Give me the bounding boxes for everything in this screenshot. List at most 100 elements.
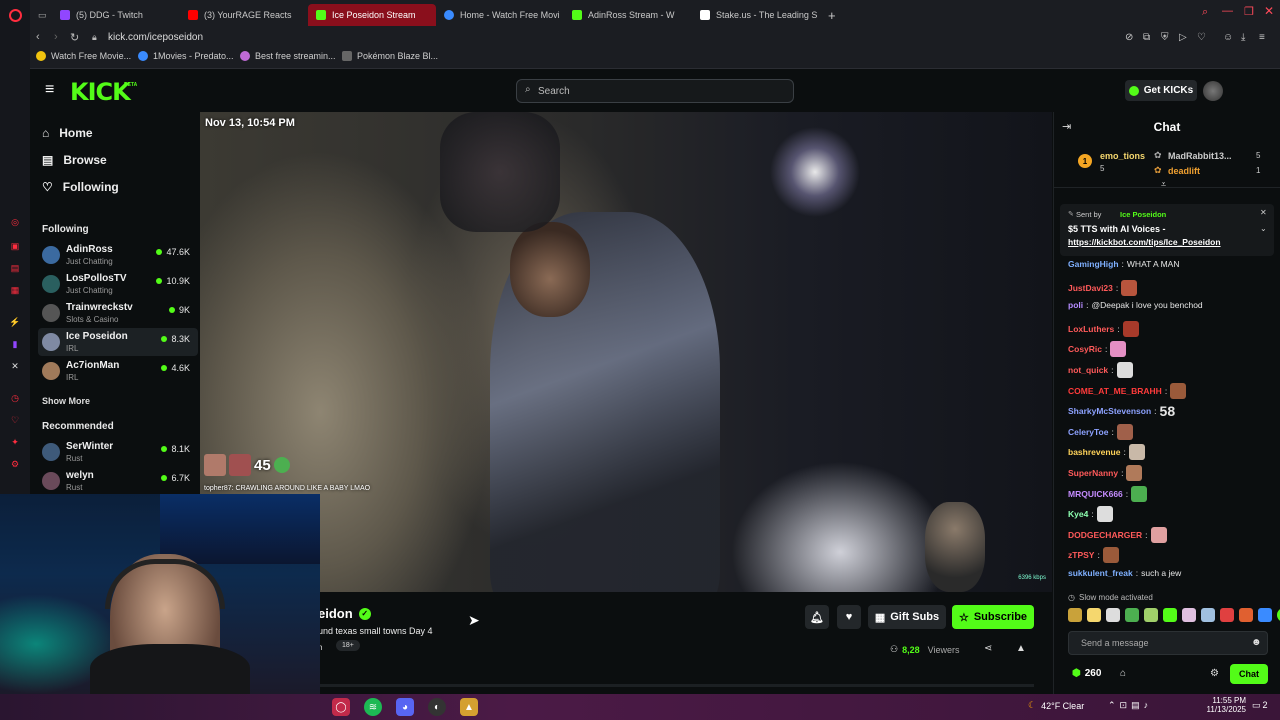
tray-icons[interactable]: ⌃⊡▤♪ (1108, 700, 1152, 711)
steam-taskbar-icon[interactable]: ◐ (428, 698, 446, 716)
snapshot-icon[interactable]: ⧉ (1143, 32, 1150, 43)
bookmark-watch-free-movie[interactable]: Watch Free Movie... (36, 51, 131, 61)
sidebar-channel-trainwreckstv[interactable]: Trainwreckstv Slots & Casino 9K (38, 299, 198, 327)
leader-name[interactable]: MadRabbit13... (1168, 151, 1232, 161)
emote-icon[interactable] (1220, 608, 1234, 622)
chat-input[interactable]: Send a message ☻ (1068, 631, 1268, 655)
chat-username[interactable]: MRQUICK666 (1068, 489, 1123, 499)
shield-icon[interactable]: ⛨ (1161, 32, 1169, 43)
nav-browse[interactable]: ▤ Browse (42, 153, 107, 167)
history-icon[interactable]: ◷ (9, 392, 21, 404)
chat-username[interactable]: zTPSY (1068, 550, 1094, 560)
minimize-icon[interactable]: — (1222, 5, 1233, 17)
tab-yourrage[interactable]: (3) YourRAGE Reacts (180, 4, 308, 26)
spotify-taskbar-icon[interactable]: ≋ (364, 698, 382, 716)
clock[interactable]: 11:55 PM 11/13/2025 (1196, 696, 1246, 714)
x-sidebar-icon[interactable]: ✕ (9, 360, 21, 372)
profile-icon[interactable]: ☺ (1223, 32, 1233, 43)
age-tag[interactable]: 18+ (336, 640, 360, 651)
chat-username[interactable]: not_quick (1068, 365, 1108, 375)
opera-taskbar-icon[interactable]: ◯ (332, 698, 350, 716)
chat-username[interactable]: poli (1068, 300, 1083, 310)
chat-username[interactable]: COME_AT_ME_BRAHH (1068, 386, 1162, 396)
chat-username[interactable]: SharkyMcStevenson (1068, 406, 1151, 416)
chat-username[interactable]: GamingHigh (1068, 259, 1119, 269)
emote-icon[interactable] (1087, 608, 1101, 622)
sidebar-channel-lospollostv[interactable]: LosPollosTV Just Chatting 10.9K (38, 270, 198, 298)
emote-icon[interactable] (1201, 608, 1215, 622)
twitch-sidebar-icon[interactable]: ▮ (9, 338, 21, 350)
opera-logo-icon[interactable] (9, 9, 22, 22)
sent-by-name[interactable]: Ice Poseidon (1120, 210, 1166, 219)
emote-icon[interactable] (1144, 608, 1158, 622)
follow-button[interactable]: ♥ (837, 605, 861, 629)
weather-widget[interactable]: ☾ 42°F Clear (1028, 700, 1084, 711)
video-player[interactable]: Nov 13, 10:54 PM 45 topher87: CRAWLING A… (200, 112, 1052, 592)
kicks-balance[interactable]: ⬢ 260 (1072, 668, 1101, 679)
show-more-link[interactable]: Show More (42, 396, 90, 406)
search-input[interactable]: ⌕ Search (516, 79, 794, 103)
store-icon[interactable]: ⌂ (1120, 668, 1126, 679)
tab-stake[interactable]: Stake.us - The Leading S (692, 4, 820, 26)
pin-icon[interactable]: ⊘ (1125, 32, 1133, 43)
kick-logo[interactable]: KICK (70, 78, 131, 106)
play-icon[interactable]: ▷ (1179, 32, 1187, 43)
new-tab-icon[interactable]: + (820, 4, 840, 26)
gift-subs-button[interactable]: ▦ Gift Subs (868, 605, 946, 629)
emoji-icon[interactable]: ☻ (1251, 637, 1262, 648)
chat-username[interactable]: CosyRic (1068, 344, 1102, 354)
close-window-icon[interactable]: ✕ (1264, 4, 1274, 18)
reload-icon[interactable]: ↻ (70, 31, 79, 44)
emote-icon[interactable] (1106, 608, 1120, 622)
sidebar-channel-ac7ionman[interactable]: Ac7ionMan IRL 4.6K (38, 357, 198, 385)
chat-send-button[interactable]: Chat (1230, 664, 1268, 684)
expand-leaderboard-icon[interactable]: ⩡ (1161, 179, 1166, 190)
heart-outline-icon[interactable]: ♡ (1197, 32, 1206, 43)
player-icon[interactable]: ▤ (9, 262, 21, 274)
heart-sidebar-icon[interactable]: ♡ (9, 414, 21, 426)
chevron-down-icon[interactable]: ⌄ (1260, 224, 1267, 233)
tab-home-movies[interactable]: Home - Watch Free Movi (436, 4, 564, 26)
forward-icon[interactable]: › (54, 31, 58, 43)
leader-name[interactable]: deadlift (1168, 166, 1200, 176)
sidebar-channel-ice-poseidon[interactable]: Ice Poseidon IRL 8.3K (38, 328, 198, 356)
url-field[interactable]: kick.com/iceposeidon (108, 32, 203, 43)
share-icon[interactable]: ⋖ (984, 643, 992, 654)
chat-username[interactable]: sukkulent_freak (1068, 568, 1133, 578)
menu-icon[interactable]: ≡ (1259, 32, 1265, 43)
bookmark-best-free-streaming[interactable]: Best free streamin... (240, 51, 336, 61)
channel-name[interactable]: eidon ✓ (318, 606, 371, 621)
chat-username[interactable]: CeleryToe (1068, 427, 1108, 437)
nav-following[interactable]: ♡ Following (42, 180, 119, 194)
chat-username[interactable]: JustDavi23 (1068, 283, 1113, 293)
tab-adinross[interactable]: AdinRoss Stream - W (564, 4, 692, 26)
sidebar-channel-serwinter[interactable]: SerWinter Rust 8.1K (38, 438, 198, 466)
subscribe-button[interactable]: ☆ Subscribe (952, 605, 1034, 629)
bookmark-pokemon-blaze[interactable]: Pokémon Blaze Bl... (342, 51, 438, 61)
tab-ice-poseidon[interactable]: Ice Poseidon Stream (308, 4, 436, 26)
tab-ddg[interactable]: (5) DDG - Twitch (52, 4, 180, 26)
sidebar-channel-adinross[interactable]: AdinRoss Just Chatting 47.6K (38, 241, 198, 269)
emote-icon[interactable] (1125, 608, 1139, 622)
unpin-icon[interactable]: ✕ (1260, 208, 1267, 217)
chat-username[interactable]: Kye4 (1068, 509, 1088, 519)
app-taskbar-icon[interactable]: ▲ (460, 698, 478, 716)
chat-username[interactable]: SuperNanny (1068, 468, 1118, 478)
sidebar-channel-welyn[interactable]: welyn Rust 6.7K (38, 467, 198, 495)
emote-icon[interactable] (1258, 608, 1272, 622)
emote-icon[interactable] (1182, 608, 1196, 622)
notification-bell-button[interactable]: 🔔︎ (805, 605, 829, 629)
pinboard-icon[interactable]: ▦ (9, 284, 21, 296)
bookmark-1movies[interactable]: 1Movies - Predato... (138, 51, 234, 61)
bag-icon[interactable]: ▣ (9, 240, 21, 252)
report-icon[interactable]: ▲ (1016, 643, 1026, 654)
settings-sidebar-icon[interactable]: ⚙ (9, 458, 21, 470)
emote-icon[interactable] (1239, 608, 1253, 622)
extensions-icon[interactable]: ✦ (9, 436, 21, 448)
maximize-icon[interactable]: ❐ (1244, 5, 1254, 18)
pinned-link[interactable]: https://kickbot.com/tips/Ice_Poseidon (1068, 237, 1221, 247)
search-tabs-icon[interactable]: ⌕ (1202, 6, 1208, 19)
nav-home[interactable]: ⌂ Home (42, 126, 93, 140)
kick-sidebar-icon[interactable]: ⚡ (9, 316, 21, 328)
chat-settings-icon[interactable]: ⚙ (1210, 668, 1219, 679)
